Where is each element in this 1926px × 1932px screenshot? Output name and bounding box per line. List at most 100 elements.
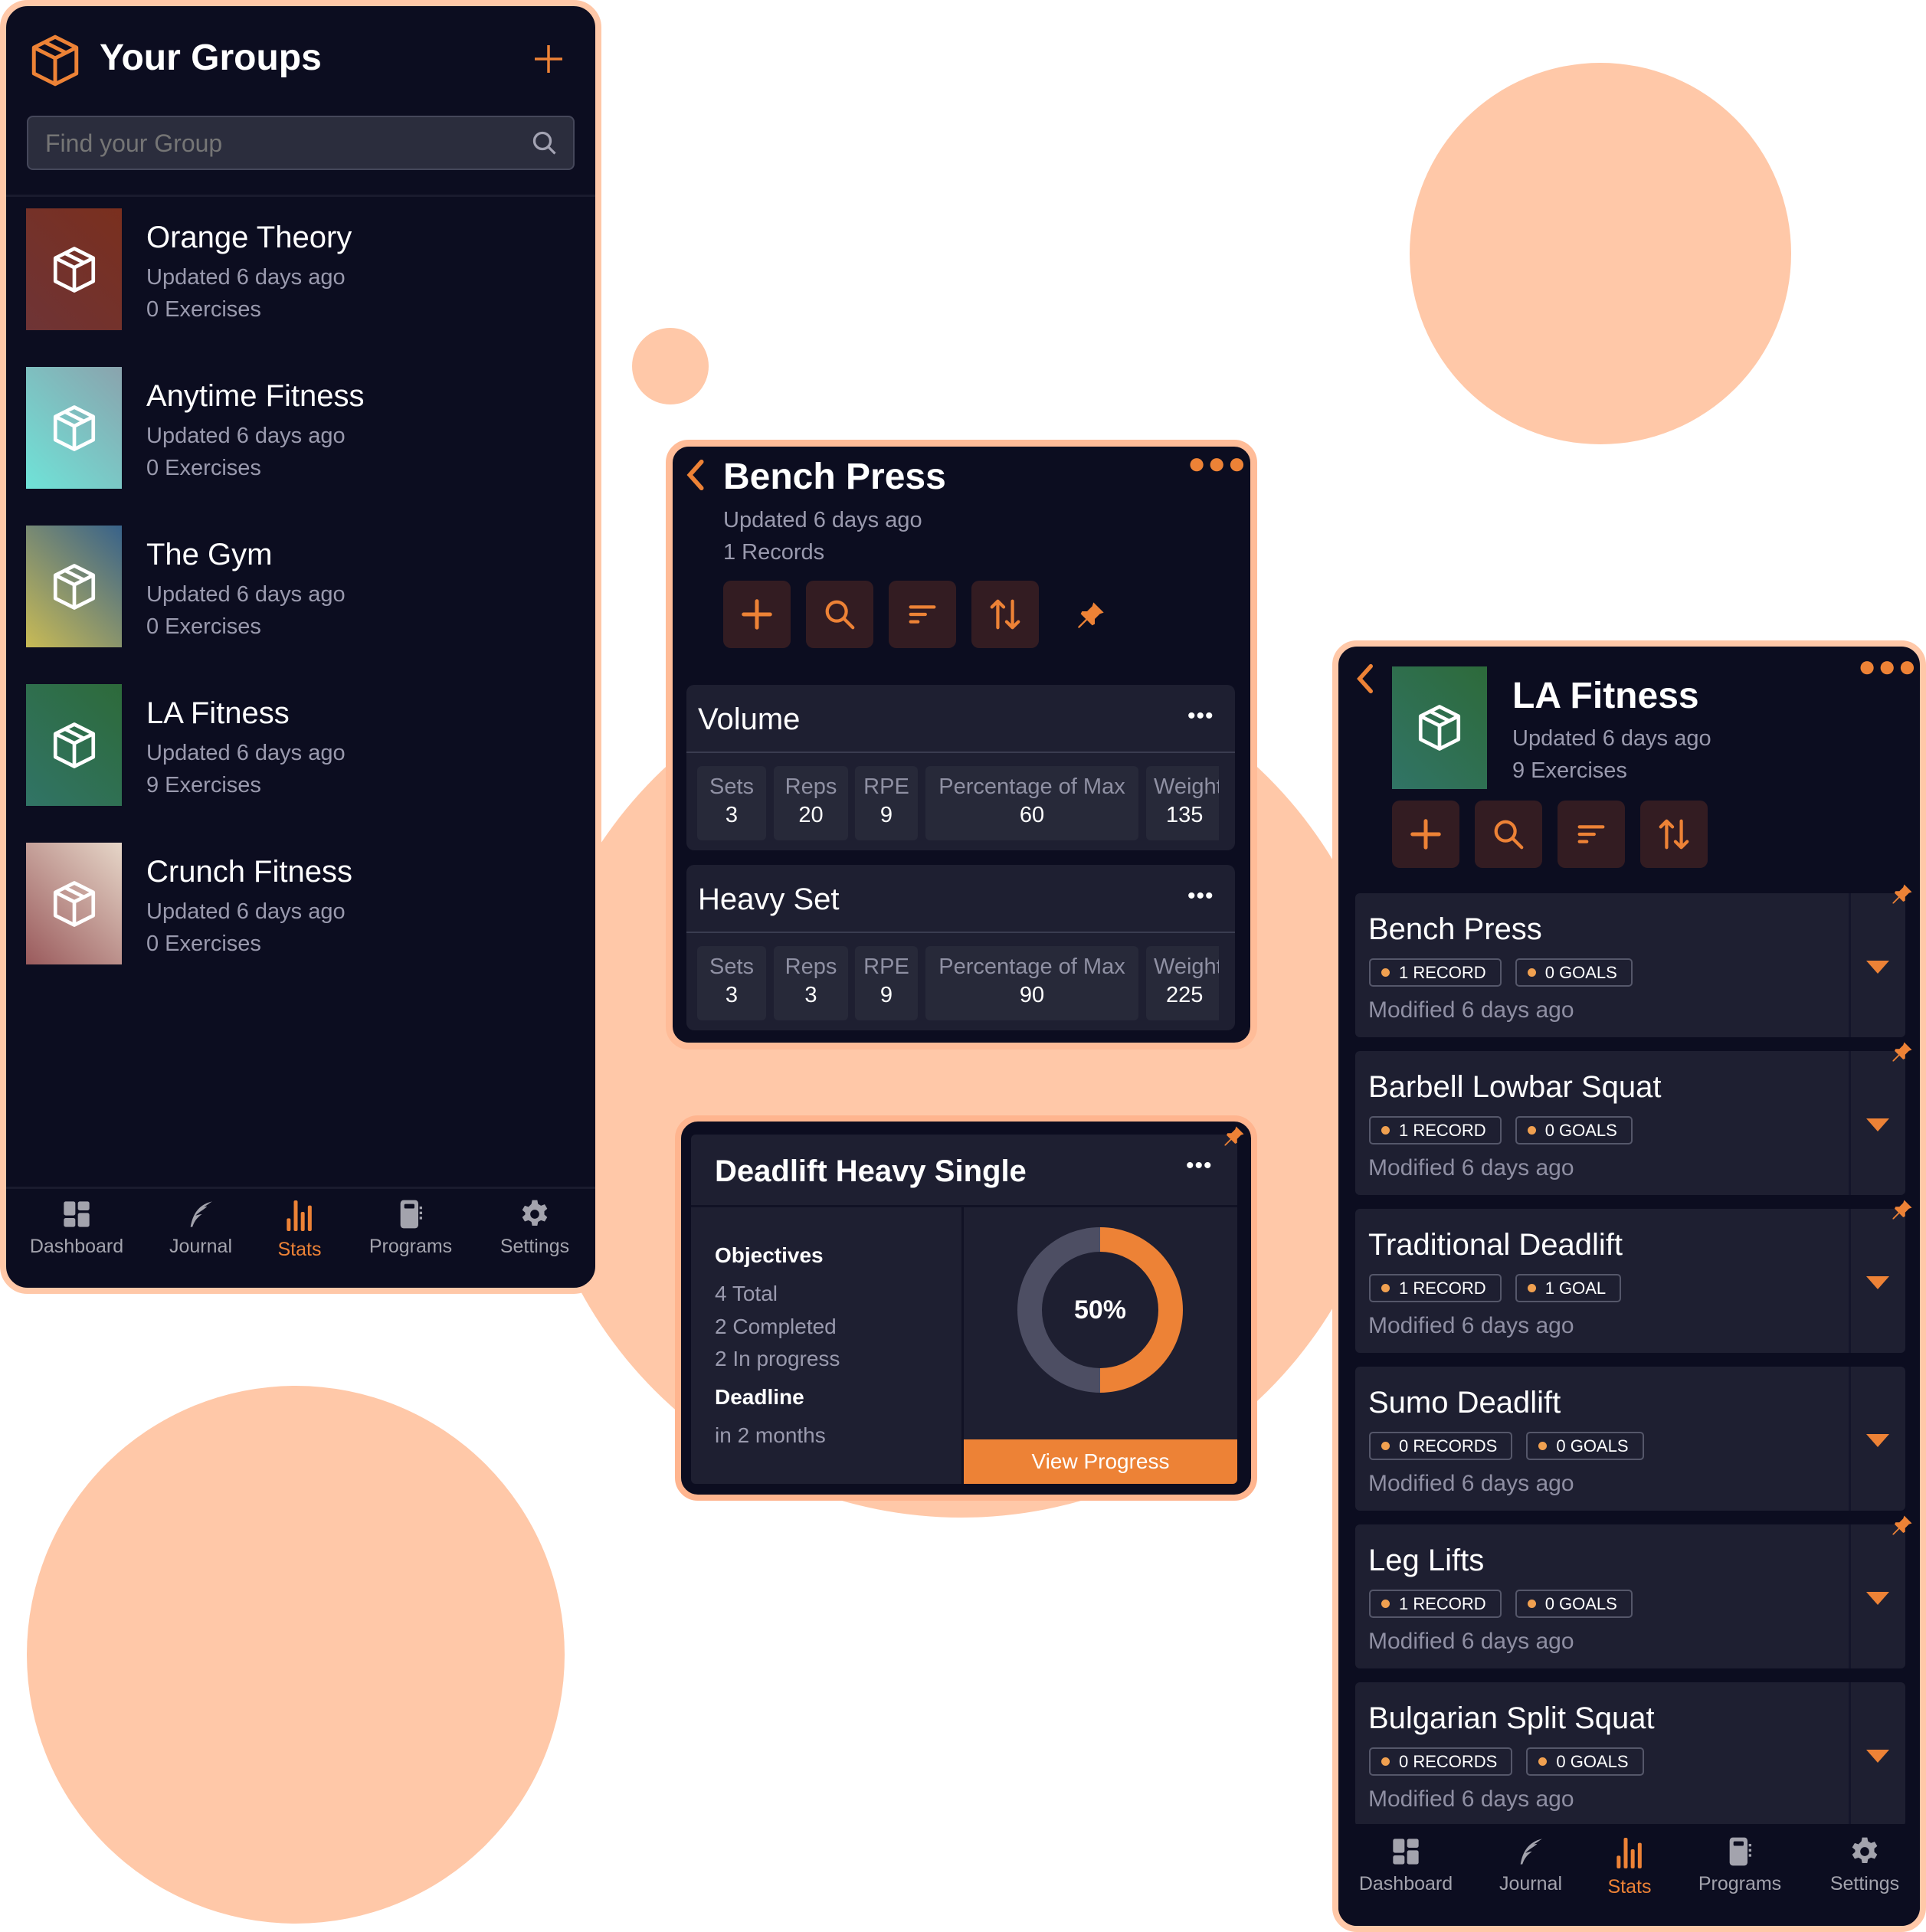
nav-item-dashboard[interactable]: Dashboard [1345,1836,1467,1895]
field-label: Sets [709,774,755,799]
box-icon [49,562,100,612]
field-value: 3 [804,983,817,1007]
field-label: Sets [709,955,755,979]
field-value: 90 [1019,983,1045,1007]
filter-button[interactable] [1558,801,1625,868]
expand-chevron-icon[interactable] [1866,1276,1889,1289]
group-name: Anytime Fitness [146,379,365,413]
pin-icon[interactable] [1891,1198,1914,1221]
sort-button[interactable] [1640,801,1708,868]
expand-chevron-icon[interactable] [1866,1118,1889,1131]
goals-badge: 0 GOALS [1515,1590,1633,1618]
field-label: Percentage of Max [938,955,1125,979]
goals-badge: 1 GOAL [1515,1274,1622,1302]
pin-icon[interactable] [1076,600,1106,630]
group-list-item[interactable]: Orange Theory Updated 6 days ago 0 Exerc… [6,208,595,330]
exercise-list-item[interactable]: Bench Press 1 RECORD 0 GOALS Modified 6 d… [1355,884,1912,1037]
divider [1849,1524,1851,1668]
records-badge: 1 RECORD [1369,958,1502,987]
plus-icon[interactable] [533,44,564,74]
nav-label: Programs [1698,1873,1782,1894]
section-header: Volume ••• [686,685,1235,753]
more-options-icon[interactable]: ••• [1187,885,1214,908]
add-button[interactable] [1392,801,1459,868]
more-options-icon[interactable]: ••• [1187,705,1214,728]
search-button[interactable] [1475,801,1542,868]
nav-label: Stats [1607,1876,1652,1898]
search-icon [1491,817,1526,852]
records-badge: 1 RECORD [1369,1590,1502,1618]
nav-item-dashboard[interactable]: Dashboard [15,1199,138,1258]
records-count: 1 RECORD [1399,1593,1486,1613]
group-exercise-count: 0 Exercises [146,456,261,480]
filter-button[interactable] [889,581,956,648]
nav-divider [6,1187,595,1189]
exercise-list-item[interactable]: Traditional Deadlift 1 RECORD 1 GOAL Modi… [1355,1200,1912,1353]
group-updated: Updated 6 days ago [146,899,346,924]
back-chevron-icon[interactable] [685,459,706,491]
nav-item-settings[interactable]: Settings [473,1199,595,1258]
group-list-item[interactable]: The Gym Updated 6 days ago 0 Exercises [6,526,595,647]
group-list-item[interactable]: Anytime Fitness Updated 6 days ago 0 Exe… [6,367,595,489]
pin-icon[interactable] [1891,1514,1914,1537]
pin-icon[interactable] [1891,882,1914,905]
goal-card-header-divider [691,1205,1237,1207]
expand-chevron-icon[interactable] [1866,1592,1889,1605]
expand-chevron-icon[interactable] [1866,1750,1889,1763]
expand-chevron-icon[interactable] [1866,961,1889,974]
nav-item-programs[interactable]: Programs [1679,1836,1801,1895]
exercise-modified: Modified 6 days ago [1368,997,1574,1023]
group-list-item[interactable]: Crunch Fitness Updated 6 days ago 0 Exer… [6,843,595,964]
expand-chevron-icon[interactable] [1866,1434,1889,1447]
groups-panel: Your Groups Orange Theory Updated 6 days… [0,0,601,1294]
goal-more-icon[interactable]: ••• [1186,1154,1213,1177]
section-title: Heavy Set [698,882,840,916]
nav-label: Journal [169,1236,232,1257]
field-value: 60 [1019,803,1045,827]
deadline-label: Deadline [715,1385,804,1409]
group-list-item[interactable]: LA Fitness Updated 6 days ago 9 Exercise… [6,684,595,806]
view-progress-label: View Progress [1031,1449,1170,1473]
search-icon[interactable] [531,129,558,157]
notebook-icon [1725,1836,1755,1867]
sort-button[interactable] [971,581,1039,648]
nav-item-programs[interactable]: Programs [349,1199,472,1258]
goal-title: Deadlift Heavy Single [715,1154,1027,1188]
field-value: 9 [879,983,893,1007]
bar-chart-icon [284,1199,315,1233]
plus-icon [739,597,775,632]
search-button[interactable] [806,581,873,648]
divider [1849,1682,1851,1826]
pin-icon[interactable] [1891,1040,1914,1063]
exercise-modified: Modified 6 days ago [1368,1629,1574,1654]
group-thumbnail [26,843,122,964]
field-value: 9 [879,803,893,827]
nav-item-stats[interactable]: Stats [1568,1836,1691,1898]
group-name: Orange Theory [146,221,352,254]
search-input[interactable] [45,125,505,162]
exercise-list-item[interactable]: Barbell Lowbar Squat 1 RECORD 0 GOALS Mod… [1355,1042,1912,1195]
more-options-icon[interactable]: ●●● [1187,447,1247,481]
set-field-reps: Reps 3 [774,946,848,1020]
nav-label: Dashboard [1358,1873,1453,1894]
nav-item-stats[interactable]: Stats [238,1199,361,1261]
progress-percent: 50% [1073,1295,1127,1325]
nav-label: Journal [1499,1873,1562,1894]
pin-icon[interactable] [1223,1125,1246,1148]
exercise-list-item[interactable]: Sumo Deadlift 0 RECORDS 0 GOALS Modified … [1355,1367,1905,1511]
set-section: Heavy Set ••• Sets 3 Reps 3 RPE 9 Percentage of … [686,865,1235,1030]
exercise-list-item[interactable]: Leg Lifts 1 RECORD 0 GOALS Modified 6 day… [1355,1515,1912,1668]
plus-icon [1408,817,1443,852]
field-label: RPE [863,774,909,799]
more-options-icon[interactable]: ●●● [1858,650,1918,684]
back-chevron-icon[interactable] [1355,663,1375,694]
set-field-sets: Sets 3 [697,946,766,1020]
nav-item-settings[interactable]: Settings [1803,1836,1920,1895]
field-value: 20 [798,803,824,827]
goals-count: 0 GOALS [1544,962,1617,982]
view-progress-button[interactable]: View Progress [964,1439,1237,1484]
add-button[interactable] [723,581,791,648]
section-title: Volume [698,702,801,736]
group-exercise-count: 0 Exercises [146,297,261,322]
exercise-list-item[interactable]: Bulgarian Split Squat 0 RECORDS 0 GOALS M… [1355,1682,1905,1826]
